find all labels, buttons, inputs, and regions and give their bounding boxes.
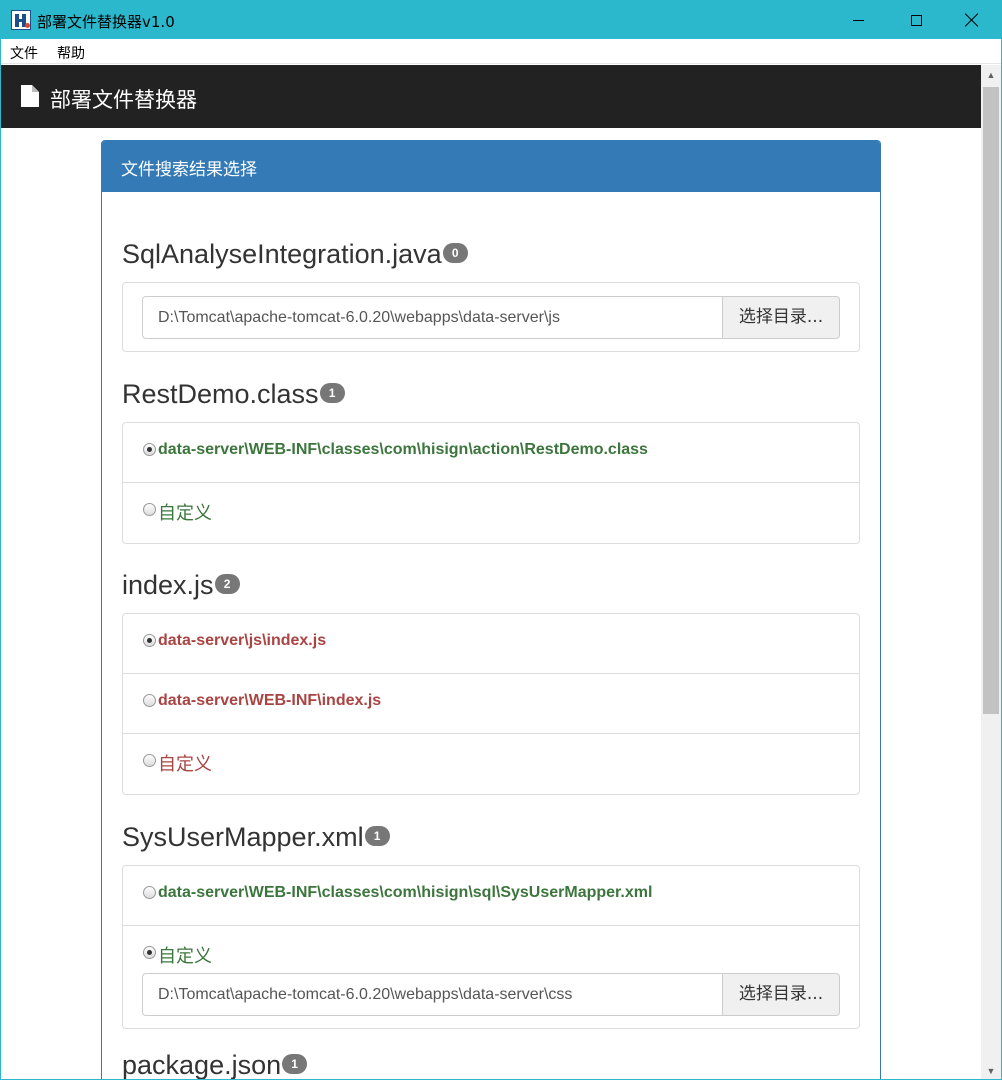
close-icon — [965, 13, 979, 27]
file-group: SqlAnalyseIntegration.java0 选择目录... — [122, 234, 860, 352]
file-option-list: data-server\WEB-INF\classes\com\hisign\s… — [122, 865, 860, 1029]
file-group: package.json 1 — [122, 1045, 860, 1080]
radio-button[interactable] — [143, 946, 156, 959]
list-item[interactable]: data-server\js\index.js — [123, 614, 859, 674]
match-count-badge: 1 — [282, 1053, 308, 1074]
maximize-icon — [910, 14, 922, 26]
match-count-badge: 1 — [319, 382, 345, 403]
file-name: index.js — [122, 570, 214, 600]
path-input[interactable] — [142, 973, 723, 1016]
file-group: SysUserMapper.xml 1 data-server\WEB-INF\c… — [122, 817, 860, 1029]
window-title: 部署文件替换器v1.0 — [37, 13, 175, 31]
scroll-up-arrow-icon[interactable]: ▲ — [981, 65, 1001, 85]
option-label: data-server\WEB-INF\classes\com\hisign\a… — [158, 441, 648, 458]
list-item[interactable]: data-server\WEB-INF\classes\com\hisign\a… — [123, 423, 859, 483]
menu-file[interactable]: 文件 — [10, 43, 38, 63]
radio-button[interactable] — [143, 503, 156, 516]
file-icon — [21, 85, 39, 107]
file-name: SqlAnalyseIntegration.java — [122, 239, 442, 269]
file-option-list: data-server\js\index.js data-server\WEB-… — [122, 613, 860, 795]
title-bar[interactable]: 部署文件替换器v1.0 — [1, 1, 1001, 39]
option-label: data-server\WEB-INF\classes\com\hisign\s… — [158, 884, 653, 901]
radio-button[interactable] — [143, 443, 156, 456]
custom-path-row: 选择目录... — [142, 973, 840, 1016]
close-button[interactable] — [943, 1, 1001, 39]
match-count-badge: 1 — [364, 825, 390, 846]
vertical-scrollbar[interactable]: ▲ ▼ — [981, 65, 1001, 1079]
navbar: 部署文件替换器 — [1, 65, 981, 128]
scroll-thumb[interactable] — [983, 87, 999, 714]
file-group-title: index.js 2 — [122, 565, 860, 605]
list-item[interactable]: 自定义 选择目录... — [123, 926, 859, 1028]
radio-button[interactable] — [143, 754, 156, 767]
minimize-button[interactable] — [829, 1, 887, 39]
radio-button[interactable] — [143, 634, 156, 647]
file-group: RestDemo.class 1 data-server\WEB-INF\clas… — [122, 374, 860, 544]
option-label: 自定义 — [158, 946, 212, 967]
file-group-title: RestDemo.class 1 — [122, 374, 860, 414]
file-name: RestDemo.class — [122, 379, 319, 409]
radio-button[interactable] — [143, 694, 156, 707]
file-name: SysUserMapper.xml — [122, 822, 364, 852]
search-results-panel: 文件搜索结果选择 SqlAnalyseIntegration.java0 选择目… — [101, 140, 881, 1080]
file-group-title: SysUserMapper.xml 1 — [122, 817, 860, 857]
file-group: index.js 2 data-server\js\index.js data-s… — [122, 565, 860, 795]
file-option-list: data-server\WEB-INF\classes\com\hisign\a… — [122, 422, 860, 544]
option-label: 自定义 — [158, 503, 212, 524]
file-name: package.json — [122, 1050, 282, 1080]
custom-path-row: 选择目录... — [142, 296, 840, 339]
app-logo-icon — [11, 10, 31, 30]
menu-help[interactable]: 帮助 — [57, 43, 85, 63]
scroll-down-arrow-icon[interactable]: ▼ — [981, 1061, 1001, 1079]
app-window: 部署文件替换器v1.0 文件 帮助 部署文件替换器 文件搜索结果选择 SqlAn… — [0, 0, 1002, 1080]
list-item[interactable]: 自定义 — [123, 734, 859, 794]
content-viewport: 部署文件替换器 文件搜索结果选择 SqlAnalyseIntegration.j… — [1, 65, 981, 1080]
navbar-title: 部署文件替换器 — [50, 88, 197, 112]
choose-directory-button[interactable]: 选择目录... — [722, 973, 840, 1016]
radio-button[interactable] — [143, 886, 156, 899]
file-group-title: SqlAnalyseIntegration.java 0 — [122, 234, 860, 274]
list-item[interactable]: data-server\WEB-INF\classes\com\hisign\s… — [123, 866, 859, 926]
choose-directory-button[interactable]: 选择目录... — [722, 296, 840, 339]
menu-bar: 文件 帮助 — [1, 39, 1001, 64]
panel-heading: 文件搜索结果选择 — [102, 141, 880, 192]
match-count-badge: 2 — [214, 573, 240, 594]
maximize-button[interactable] — [887, 1, 945, 39]
match-count-badge: 0 — [442, 242, 468, 263]
option-label: data-server\WEB-INF\index.js — [158, 692, 382, 709]
list-item[interactable]: data-server\WEB-INF\index.js — [123, 674, 859, 734]
path-input[interactable] — [142, 296, 723, 339]
option-label: data-server\js\index.js — [158, 632, 327, 649]
file-group-title: package.json 1 — [122, 1045, 860, 1080]
minimize-icon — [852, 19, 864, 21]
list-item[interactable]: 自定义 — [123, 483, 859, 543]
file-option-list: 选择目录... — [122, 282, 860, 352]
option-label: 自定义 — [158, 754, 212, 775]
